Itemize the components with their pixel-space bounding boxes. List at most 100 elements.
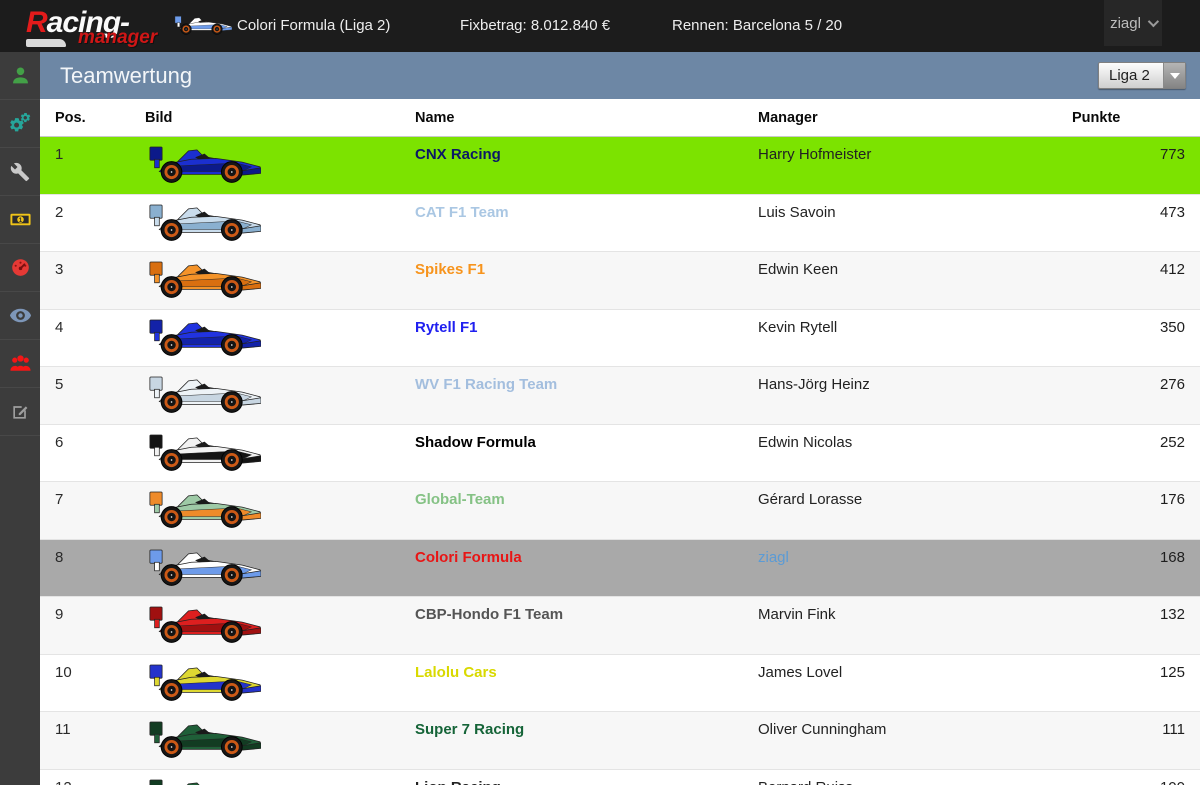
team-car-image bbox=[145, 195, 415, 252]
team-name-link[interactable]: Colori Formula bbox=[415, 540, 758, 597]
points-cell: 132 bbox=[1159, 606, 1185, 623]
position-cell: 5 bbox=[55, 376, 64, 393]
team-car-image bbox=[145, 252, 415, 309]
team-car-image bbox=[145, 425, 415, 482]
group-icon bbox=[9, 352, 32, 375]
points-cell: 350 bbox=[1159, 318, 1185, 336]
manager-name: James Lovel bbox=[758, 663, 843, 681]
team-name-link[interactable]: CBP-Hondo F1 Team bbox=[415, 597, 758, 654]
position-cell: 10 bbox=[55, 663, 72, 681]
team-car-image bbox=[145, 712, 415, 769]
sidebar-item-settings[interactable] bbox=[0, 100, 40, 148]
league-select[interactable]: Liga 2 bbox=[1098, 62, 1186, 89]
points-cell: 473 bbox=[1159, 203, 1185, 221]
table-row[interactable]: 5 WV F1 Racing Team Hans-Jörg Heinz 276 bbox=[40, 367, 1200, 425]
table-row[interactable]: 3 Spikes F1 Edwin Keen 412 bbox=[40, 252, 1200, 310]
table-row[interactable]: 7 Global-Team Gérard Lorasse 176 bbox=[40, 482, 1200, 540]
points-cell: 111 bbox=[1162, 721, 1185, 738]
table-row[interactable]: 4 Rytell F1 Kevin Rytell 350 bbox=[40, 309, 1200, 367]
team-car-image bbox=[145, 597, 415, 654]
team-name-link[interactable]: Lion Racing bbox=[415, 770, 758, 785]
current-team-label: Colori Formula (Liga 2) bbox=[237, 17, 391, 34]
select-arrow-button[interactable] bbox=[1163, 63, 1185, 88]
manager-name: Edwin Keen bbox=[758, 261, 839, 278]
team-name-link[interactable]: Shadow Formula bbox=[415, 425, 758, 482]
team-car-image bbox=[145, 310, 415, 367]
sidebar-item-finances[interactable]: 1 bbox=[0, 196, 40, 244]
table-row[interactable]: 11 Super 7 Racing Oliver Cunningham 111 bbox=[40, 712, 1200, 770]
team-name-link[interactable]: Super 7 Racing bbox=[415, 712, 758, 769]
app-logo: Racing- manager bbox=[26, 6, 158, 48]
sidebar-item-teams[interactable] bbox=[0, 340, 40, 388]
manager-name: Hans-Jörg Heinz bbox=[758, 376, 870, 393]
col-header-manager: Manager bbox=[758, 109, 818, 126]
points-cell: 168 bbox=[1159, 548, 1185, 566]
team-car-image bbox=[145, 655, 415, 712]
svg-text:1: 1 bbox=[18, 217, 22, 224]
col-header-name: Name bbox=[415, 109, 455, 126]
manager-name: Marvin Fink bbox=[758, 606, 836, 623]
table-header-row: Pos. Bild Name Manager Punkte bbox=[40, 99, 1200, 137]
table-row[interactable]: 9 CBP-Hondo F1 Team Marvin Fink 132 bbox=[40, 597, 1200, 655]
position-cell: 6 bbox=[55, 433, 64, 451]
chevron-down-icon bbox=[1147, 15, 1159, 28]
points-cell: 252 bbox=[1159, 433, 1185, 451]
standings-body: 1 CNX Racing Harry Hofmeister 773 2 CAT … bbox=[40, 137, 1200, 785]
manager-name: Bernard Ruiss bbox=[758, 770, 1072, 785]
points-cell: 276 bbox=[1159, 376, 1185, 393]
team-name-link[interactable]: CAT F1 Team bbox=[415, 195, 758, 252]
position-cell: 2 bbox=[55, 203, 64, 221]
logo-text: R bbox=[26, 6, 48, 39]
table-row[interactable]: 10 Lalolu Cars James Lovel 125 bbox=[40, 654, 1200, 712]
logo-car-shape bbox=[26, 39, 66, 47]
team-car-image bbox=[145, 770, 415, 785]
page-title: Teamwertung bbox=[60, 63, 193, 88]
position-cell: 4 bbox=[55, 318, 64, 336]
user-menu-button[interactable]: ziagl bbox=[1104, 0, 1162, 46]
page-header: Teamwertung Liga 2 bbox=[40, 52, 1200, 99]
manager-name: Harry Hofmeister bbox=[758, 146, 872, 163]
league-select-value: Liga 2 bbox=[1109, 67, 1150, 84]
sidebar-item-observe[interactable] bbox=[0, 292, 40, 340]
user-menu-label: ziagl bbox=[1110, 14, 1141, 32]
team-name-link[interactable]: CNX Racing bbox=[415, 137, 758, 194]
sidebar-item-user[interactable] bbox=[0, 52, 40, 100]
points-cell: 176 bbox=[1159, 491, 1185, 508]
points-cell: 100 bbox=[1072, 770, 1200, 785]
points-cell: 412 bbox=[1159, 261, 1185, 278]
table-row[interactable]: 1 CNX Racing Harry Hofmeister 773 bbox=[40, 137, 1200, 195]
table-row[interactable]: 2 CAT F1 Team Luis Savoin 473 bbox=[40, 194, 1200, 252]
team-name-link[interactable]: Rytell F1 bbox=[415, 310, 758, 367]
sidebar-item-edit[interactable] bbox=[0, 388, 40, 436]
position-cell: 8 bbox=[55, 548, 64, 566]
fixbetrag-label: Fixbetrag: 8.012.840 € bbox=[460, 17, 611, 34]
team-name-link[interactable]: Spikes F1 bbox=[415, 252, 758, 309]
eye-icon bbox=[9, 304, 32, 327]
manager-name: ziagl bbox=[758, 548, 789, 566]
user-icon bbox=[10, 65, 31, 86]
points-cell: 125 bbox=[1159, 663, 1185, 681]
team-car-image bbox=[145, 137, 415, 194]
manager-name: Luis Savoin bbox=[758, 203, 836, 221]
position-cell: 11 bbox=[55, 721, 71, 738]
team-car-icon bbox=[174, 14, 233, 41]
manager-name: Kevin Rytell bbox=[758, 318, 838, 336]
col-header-pos: Pos. bbox=[55, 109, 86, 126]
team-name-link[interactable]: Lalolu Cars bbox=[415, 655, 758, 712]
team-name-link[interactable]: WV F1 Racing Team bbox=[415, 367, 758, 424]
wrench-icon bbox=[10, 162, 30, 182]
gauge-icon bbox=[10, 257, 31, 278]
table-row[interactable]: 6 Shadow Formula Edwin Nicolas 252 bbox=[40, 424, 1200, 482]
col-header-punkte: Punkte bbox=[1072, 109, 1121, 126]
table-row[interactable]: 12 Lion RacingBernard Ruiss100 bbox=[40, 769, 1200, 785]
triangle-down-icon bbox=[1169, 72, 1180, 79]
table-row[interactable]: 8 Colori Formula ziagl 168 bbox=[40, 539, 1200, 597]
position-cell: 12 bbox=[40, 770, 145, 785]
team-car-image bbox=[145, 367, 415, 424]
team-name-link[interactable]: Global-Team bbox=[415, 482, 758, 539]
sidebar-item-telemetry[interactable] bbox=[0, 244, 40, 292]
points-cell: 773 bbox=[1159, 146, 1185, 163]
sidebar-item-workshop[interactable] bbox=[0, 148, 40, 196]
manager-name: Oliver Cunningham bbox=[758, 721, 887, 738]
race-progress-label: Rennen: Barcelona 5 / 20 bbox=[672, 17, 843, 34]
